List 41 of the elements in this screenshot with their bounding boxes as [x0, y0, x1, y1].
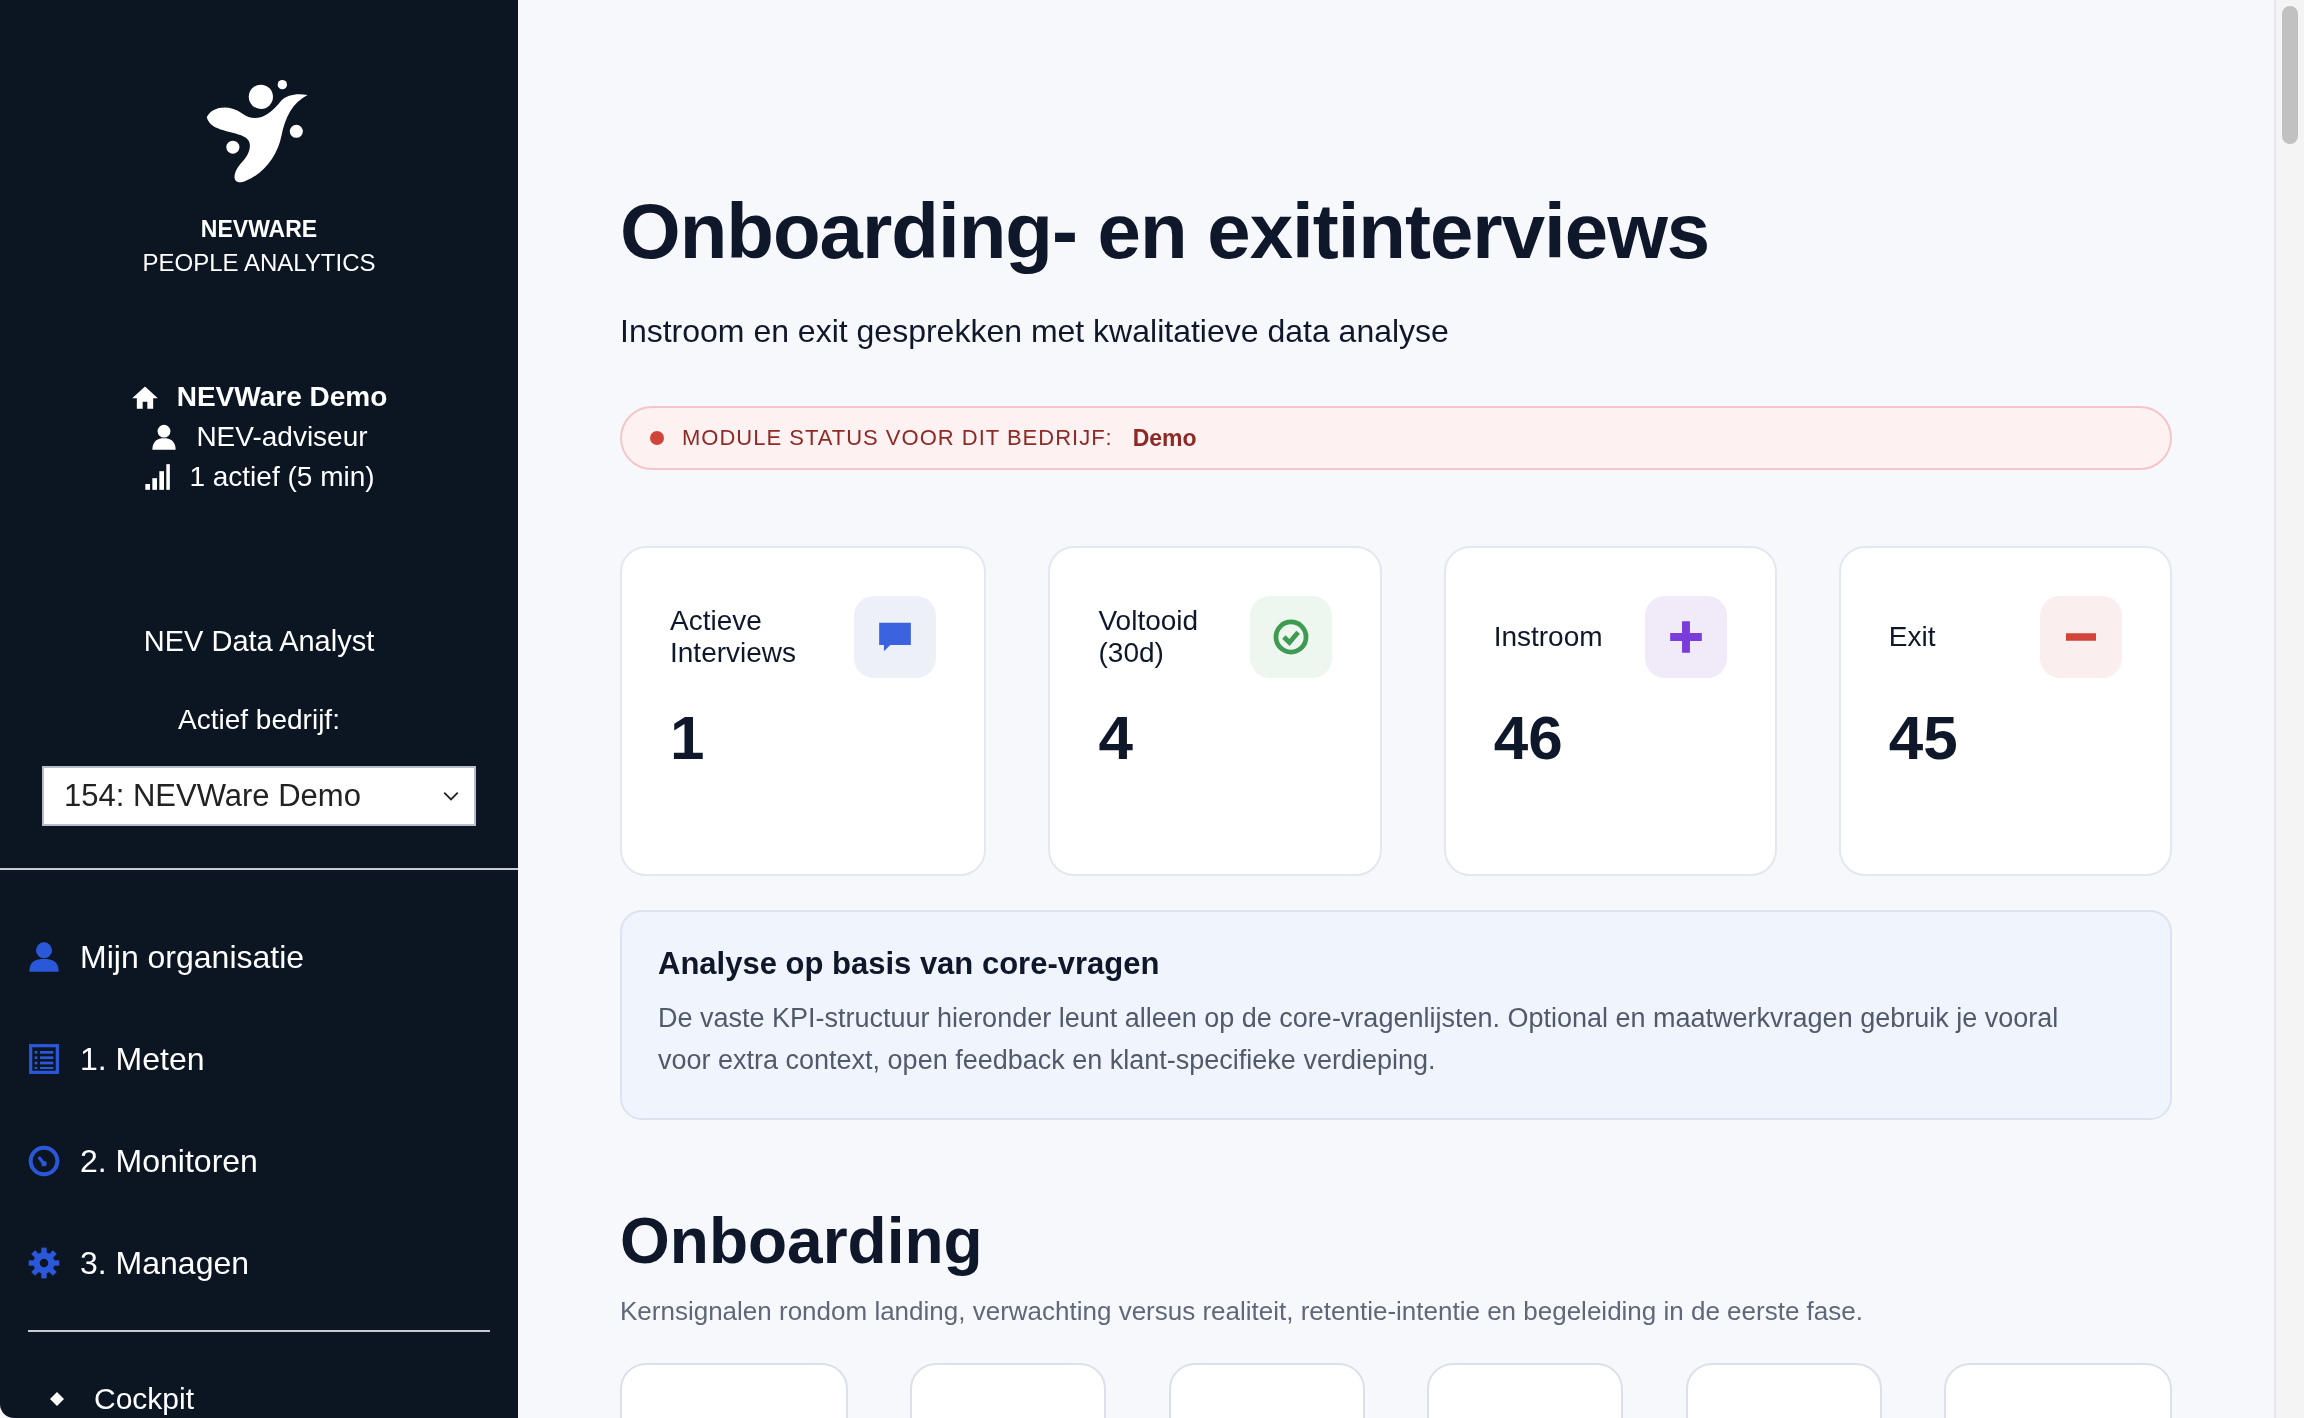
company-select[interactable]: 154: NEVWare Demo: [42, 766, 476, 826]
user-icon: [28, 941, 60, 973]
subnav-item[interactable]: Cockpit: [0, 1382, 518, 1416]
nav-item[interactable]: 2. Monitoren: [28, 1138, 518, 1184]
company-label: Actief bedrijf:: [178, 704, 340, 736]
diamond-icon: [50, 1392, 64, 1406]
stat-value: 1: [670, 702, 706, 773]
user-icon: [150, 423, 179, 451]
signal-bars-icon: [143, 463, 172, 491]
status-label: MODULE STATUS VOOR DIT BEDRIJF:: [682, 425, 1113, 451]
check-circle-icon: [1271, 618, 1310, 656]
active-users: 1 actief (5 min): [189, 461, 375, 493]
status-value: Demo: [1132, 424, 1197, 452]
section-title: Onboarding: [620, 1203, 984, 1278]
stat-label: Actieve Interviews: [670, 604, 798, 670]
page-subtitle: Instroom en exit gesprekken met kwalitatieve data analyse: [620, 313, 1450, 350]
stat-label: Exit: [1888, 620, 1936, 654]
minus-icon: [2066, 633, 2096, 641]
status-dot-icon: [650, 431, 664, 445]
brand-name: NEVWARE: [200, 216, 318, 243]
page-title: Onboarding- en exitinterviews: [620, 186, 1711, 277]
stat-label: Voltooid (30d): [1098, 604, 1200, 670]
nav-item[interactable]: Mijn organisatie: [28, 934, 518, 980]
stat-value: 45: [1888, 702, 1959, 773]
role-title: NEV Data Analyst: [143, 625, 375, 658]
notice-text: De vaste KPI-structuur hieronder leunt alleen op de core-vragenlijsten. Optional en maatwerkvragen gebruik je vooral voor extra context, open feedback en klant-specifieke verdieping.: [658, 1002, 2060, 1077]
stat-value: 46: [1493, 702, 1564, 773]
company-name: NEVWare Demo: [176, 381, 388, 413]
list-icon: [28, 1043, 60, 1075]
notice-title: Analyse op basis van core-vragen: [658, 946, 1161, 982]
nav-item[interactable]: 1. Meten: [28, 1036, 518, 1082]
brand-tagline: PEOPLE ANALYTICS: [142, 249, 376, 277]
scrollbar[interactable]: [2274, 0, 2304, 1418]
chevron-down-icon: [442, 790, 460, 802]
nav-item[interactable]: 3. Managen: [28, 1240, 518, 1286]
stat-value: 4: [1098, 702, 1134, 773]
gear-icon: [28, 1247, 60, 1279]
gauge-icon: [28, 1145, 60, 1177]
user-role: NEV-adviseur: [196, 421, 368, 453]
stat-label: Instroom: [1493, 620, 1603, 654]
section-description: Kernsignalen rondom landing, verwachting versus realiteit, retentie-intentie en begeleiding in de eerste fase.: [620, 1295, 1864, 1327]
